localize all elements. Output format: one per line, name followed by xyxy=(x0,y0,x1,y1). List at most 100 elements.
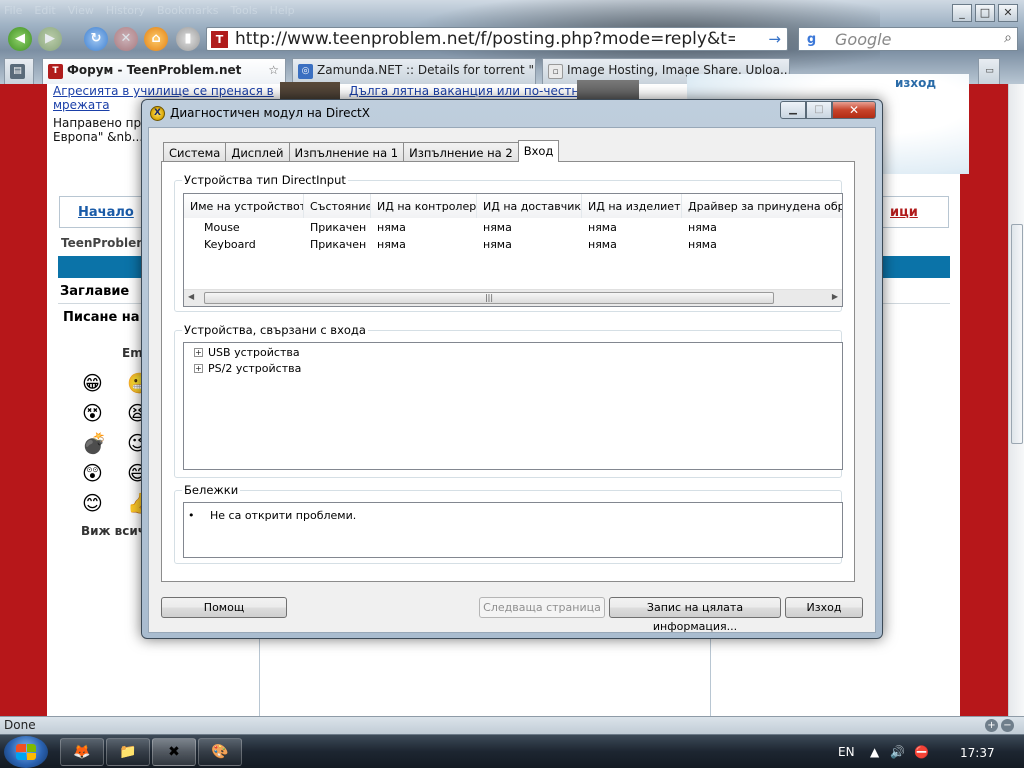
trash-icon[interactable]: ▮ xyxy=(176,27,200,51)
emoticon-grid: 😁 😵 💣 😲 😊 xyxy=(82,368,107,518)
tab-list-button[interactable]: ▤ xyxy=(4,58,34,84)
column-controller-id[interactable]: ИД на контролера xyxy=(371,194,477,218)
list-horizontal-scrollbar[interactable]: ◀ ||| ▶ xyxy=(184,289,842,306)
taskbar-dxdiag[interactable]: ✖ xyxy=(152,738,196,766)
maximize-button[interactable]: □ xyxy=(975,4,995,22)
tree-node-label: USB устройства xyxy=(208,346,300,359)
tab-system[interactable]: Система xyxy=(163,142,227,162)
menu-bookmarks[interactable]: Bookmarks xyxy=(157,4,218,22)
taskbar-paint[interactable]: 🎨 xyxy=(198,738,242,766)
column-product-id[interactable]: ИД на изделието xyxy=(582,194,682,218)
nav-right-link[interactable]: ици xyxy=(890,205,918,220)
folder-icon: 📁 xyxy=(119,744,137,760)
subject-label: Заглавие xyxy=(60,284,130,299)
dialog-close-button[interactable]: ✕ xyxy=(832,101,876,119)
stop-button[interactable]: ✕ xyxy=(114,27,138,51)
minimize-button[interactable]: _ xyxy=(952,4,972,22)
menu-tools[interactable]: Tools xyxy=(230,4,257,22)
zoom-out-icon[interactable]: − xyxy=(1001,719,1014,732)
dialog-title-bar[interactable]: X Диагностичен модул на DirectX ▁ □ ✕ xyxy=(142,100,882,126)
close-button[interactable]: ✕ xyxy=(998,4,1018,22)
search-placeholder[interactable]: Google xyxy=(835,30,891,49)
new-tab-button[interactable]: ▭ xyxy=(978,58,1000,84)
expand-icon[interactable]: + xyxy=(194,348,203,357)
save-all-info-button[interactable]: Запис на цялата информация... xyxy=(609,597,781,633)
news-link-2[interactable]: Дълга лятна ваканция или по-честни xyxy=(349,84,587,98)
emoticon-dizzy-icon[interactable]: 😵 xyxy=(82,398,107,428)
volume-icon[interactable]: 🔊 xyxy=(890,745,905,759)
tab-input[interactable]: Вход xyxy=(517,140,560,162)
search-icon[interactable]: ⌕ xyxy=(1004,30,1012,46)
news-link-1[interactable]: Агресията в училище се пренася в xyxy=(53,84,274,98)
emoticon-laugh-icon[interactable]: 😁 xyxy=(82,368,107,398)
breadcrumb[interactable]: TeenProblen xyxy=(61,236,145,250)
menu-edit[interactable]: Edit xyxy=(34,4,55,22)
tab-display[interactable]: Дисплей xyxy=(225,142,290,162)
scrollbar-thumb[interactable]: ||| xyxy=(204,292,774,304)
browser-window-controls: _ □ ✕ xyxy=(952,4,1018,22)
tab-close-icon[interactable]: ☆ xyxy=(268,63,279,77)
zoom-in-icon[interactable]: + xyxy=(985,719,998,732)
input-devices-tree[interactable]: + USB устройства + PS/2 устройства xyxy=(183,342,843,470)
dialog-window-controls: ▁ □ ✕ xyxy=(780,101,876,119)
menu-view[interactable]: View xyxy=(68,4,94,22)
new-tab-icon: ▭ xyxy=(985,66,994,76)
address-bar[interactable]: T http://www.teenproblem.net/f/posting.p… xyxy=(206,27,788,51)
home-button[interactable]: ⌂ xyxy=(144,27,168,51)
dialog-tabs: Система Дисплей Изпълнение на 1 Изпълнен… xyxy=(163,140,560,162)
tab-teenproblem[interactable]: T Форум - TeenProblem.net ☆ xyxy=(42,58,286,84)
logout-link[interactable]: изход xyxy=(895,76,936,90)
taskbar-firefox[interactable]: 🦊 xyxy=(60,738,104,766)
cell-device-name: Mouse xyxy=(204,221,240,234)
table-row[interactable]: Mouse Прикачен няма няма няма няма xyxy=(184,221,842,238)
message-area[interactable] xyxy=(259,632,711,716)
tab-render-1[interactable]: Изпълнение на 1 xyxy=(288,142,405,162)
emoticon-shock-icon[interactable]: 😲 xyxy=(82,458,107,488)
tree-node-ps2[interactable]: + PS/2 устройства xyxy=(194,362,301,375)
clock[interactable]: 17:37 xyxy=(960,746,995,760)
dialog-maximize-button[interactable]: □ xyxy=(806,101,832,119)
column-vendor-id[interactable]: ИД на доставчика xyxy=(477,194,582,218)
search-bar[interactable]: g Google ⌕ xyxy=(798,27,1018,51)
menu-history[interactable]: History xyxy=(106,4,145,22)
column-status[interactable]: Състояние xyxy=(304,194,371,218)
directinput-device-list[interactable]: Име на устройството Състояние ИД на конт… xyxy=(183,193,843,307)
scroll-right-icon[interactable]: ▶ xyxy=(832,292,838,301)
home-link[interactable]: Начало xyxy=(78,205,134,220)
tree-node-usb[interactable]: + USB устройства xyxy=(194,346,300,359)
table-row[interactable]: Keyboard Прикачен няма няма няма няма xyxy=(184,238,842,255)
next-page-button[interactable]: Следваща страница xyxy=(479,597,605,618)
browser-toolbar-area: File Edit View History Bookmarks Tools H… xyxy=(0,0,1024,84)
directinput-group-label: Устройства тип DirectInput xyxy=(182,173,348,187)
menu-file[interactable]: File xyxy=(4,4,22,22)
url-text[interactable]: http://www.teenproblem.net/f/posting.php… xyxy=(235,29,735,49)
emoticon-bomb-icon[interactable]: 💣 xyxy=(82,428,107,458)
site-favicon-icon: T xyxy=(211,31,228,48)
see-all-link[interactable]: Виж всич xyxy=(81,524,146,538)
start-button[interactable] xyxy=(4,736,48,768)
help-button[interactable]: Помощ xyxy=(161,597,287,618)
dialog-minimize-button[interactable]: ▁ xyxy=(780,101,806,119)
navigation-toolbar: ◀ ▶ ↻ ✕ ⌂ ▮ T http://www.teenproblem.net… xyxy=(0,24,1024,54)
list-header: Име на устройството Състояние ИД на конт… xyxy=(184,194,842,218)
menu-help[interactable]: Help xyxy=(270,4,295,22)
taskbar-explorer[interactable]: 📁 xyxy=(106,738,150,766)
expand-icon[interactable]: + xyxy=(194,364,203,373)
scroll-left-icon[interactable]: ◀ xyxy=(188,292,194,301)
tab-render-2[interactable]: Изпълнение на 2 xyxy=(403,142,519,162)
language-indicator[interactable]: EN xyxy=(838,745,855,759)
show-hidden-icons-icon[interactable]: ▲ xyxy=(870,745,879,759)
column-ff-driver[interactable]: Драйвер за принудена обратна връзка xyxy=(682,194,842,218)
page-scrollbar[interactable] xyxy=(1008,84,1024,716)
back-button[interactable]: ◀ xyxy=(8,27,32,51)
go-arrow-icon[interactable]: → xyxy=(768,30,781,48)
reload-button[interactable]: ↻ xyxy=(84,27,108,51)
messenger-icon[interactable]: ⛔ xyxy=(914,745,929,759)
tab-zamunda[interactable]: ◎ Zamunda.NET :: Details for torrent "..… xyxy=(292,58,536,84)
google-icon[interactable]: g xyxy=(803,31,820,48)
emoticon-smile-icon[interactable]: 😊 xyxy=(82,488,107,518)
exit-button[interactable]: Изход xyxy=(785,597,863,618)
scrollbar-thumb[interactable] xyxy=(1011,224,1023,444)
column-device-name[interactable]: Име на устройството xyxy=(184,194,304,218)
forward-button[interactable]: ▶ xyxy=(38,27,62,51)
